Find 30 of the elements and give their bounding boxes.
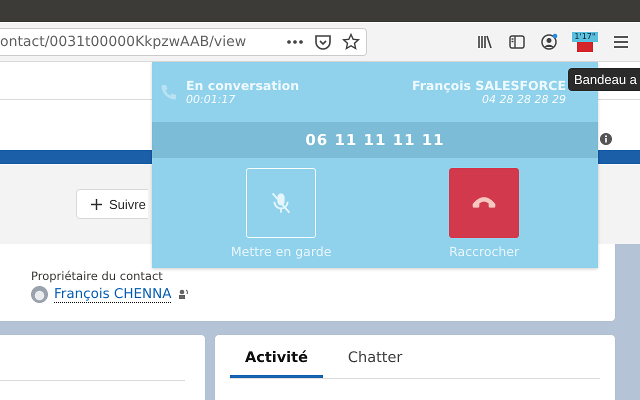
action-label: Mettre en garde: [230, 244, 332, 259]
owner-label: Propriétaire du contact: [31, 268, 164, 282]
tab[interactable]: Activité: [230, 340, 323, 378]
hang-up-button[interactable]: [449, 168, 520, 238]
library-icon[interactable]: [476, 32, 494, 50]
star-icon[interactable]: [342, 32, 360, 50]
action-label: Raccrocher: [449, 244, 520, 259]
hang-up-phone-icon: [472, 197, 496, 209]
contact-name: François SALESFORCE: [412, 78, 566, 93]
phone-icon: [160, 83, 178, 101]
avatar-icon: [31, 286, 48, 302]
contact-number: 04 28 28 28 29: [482, 93, 566, 106]
phone-extension-icon: [577, 42, 593, 52]
info-icon: [600, 133, 612, 145]
dialed-number: 06 11 11 11 11: [152, 122, 598, 158]
extension-button[interactable]: 1'17": [572, 32, 598, 52]
tab[interactable]: Chatter: [332, 340, 418, 378]
call-duration: 00:01:17: [186, 93, 236, 106]
account-icon[interactable]: [540, 32, 558, 50]
timer-badge: 1'17": [572, 32, 598, 42]
follow-button[interactable]: Suivre: [76, 189, 148, 219]
address-bar[interactable]: ontact/0031t00000KkpzwAAB/view: [0, 28, 367, 56]
tooltip: Bandeau a: [568, 68, 640, 91]
change-owner-icon[interactable]: [177, 288, 190, 300]
owner-link[interactable]: François CHENNA: [54, 286, 172, 302]
plus-icon: [91, 198, 102, 210]
call-status: En conversation: [186, 78, 300, 93]
url-text: ontact/0031t00000KkpzwAAB/view: [0, 34, 248, 50]
pocket-icon[interactable]: [314, 32, 332, 50]
sidebar-icon[interactable]: [508, 32, 526, 50]
